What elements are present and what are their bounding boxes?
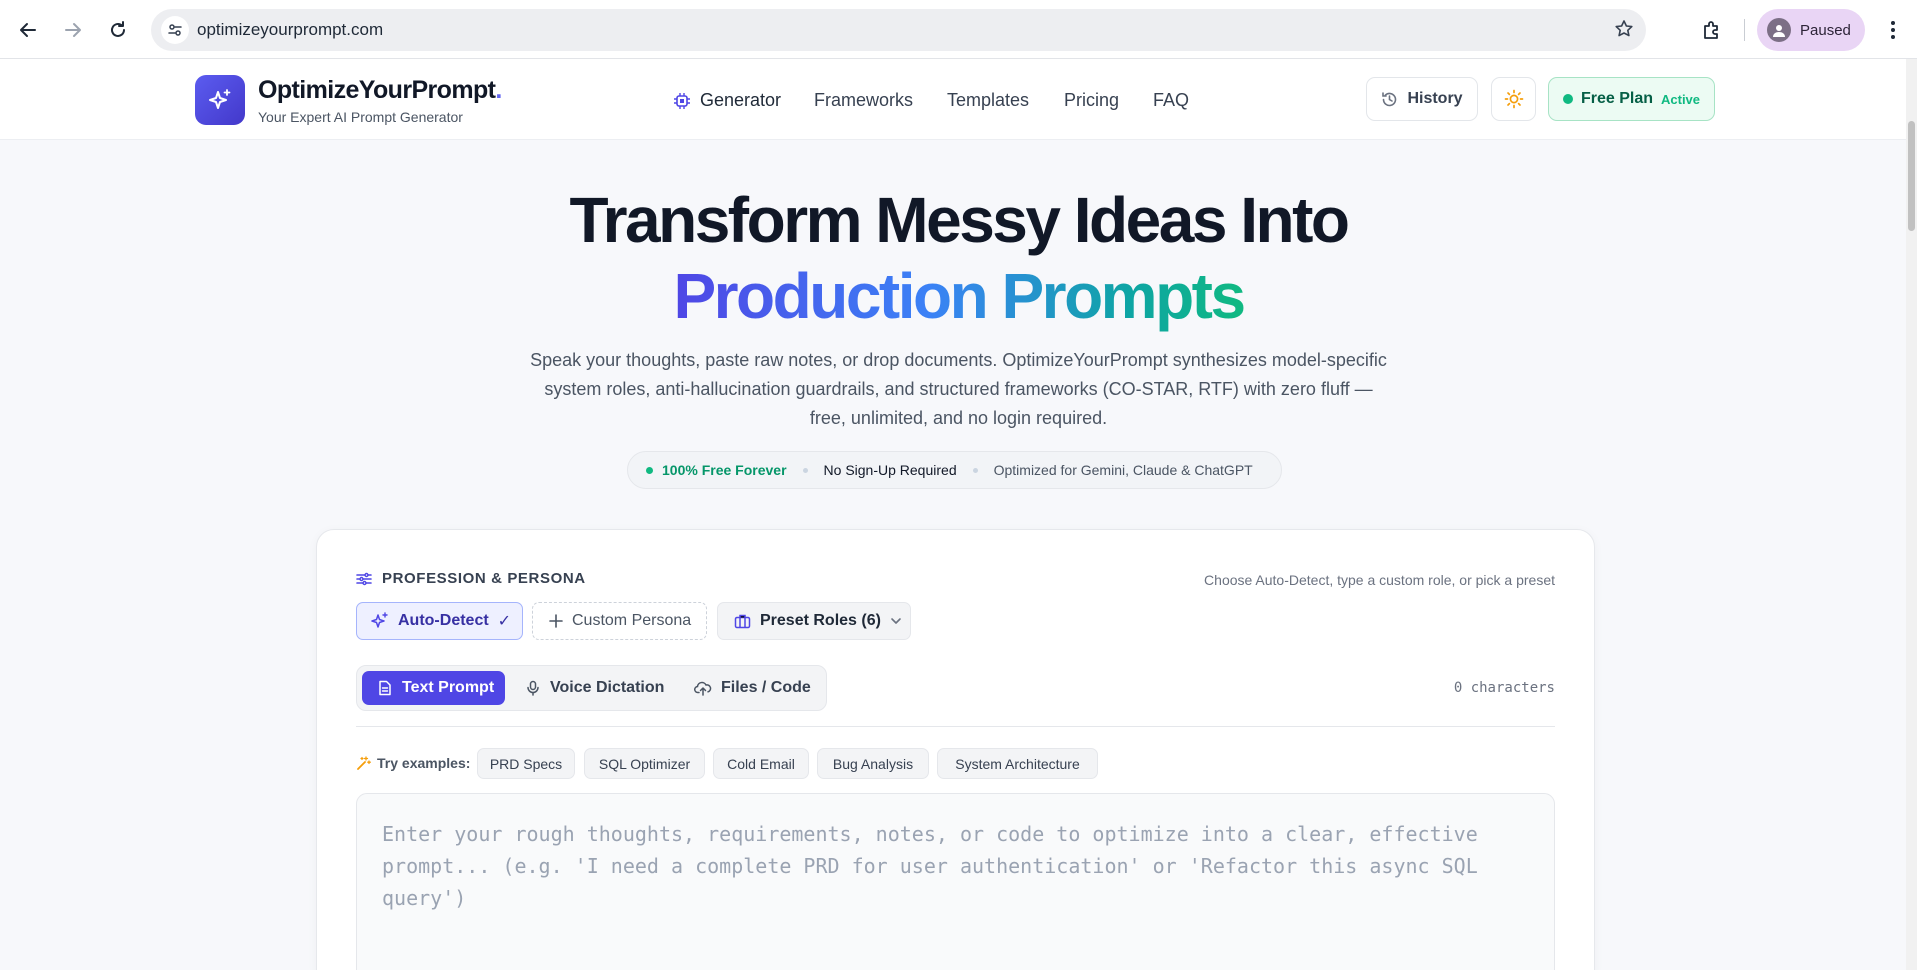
sun-icon: [1504, 89, 1523, 109]
avatar: [1767, 18, 1791, 42]
persona-hint: Choose Auto-Detect, type a custom role, …: [1204, 572, 1555, 588]
plan-badge[interactable]: Free Plan Active: [1548, 77, 1715, 121]
back-icon[interactable]: [10, 12, 46, 48]
profile-status: Paused: [1800, 21, 1851, 39]
badge-optimized: Optimized for Gemini, Claude & ChatGPT: [993, 462, 1253, 478]
badge-free: 100% Free Forever: [662, 462, 787, 478]
extensions-icon[interactable]: [1694, 12, 1730, 48]
bookmark-star-icon[interactable]: [1614, 19, 1634, 44]
badge-separator: [972, 467, 978, 473]
nav-templates[interactable]: Templates: [947, 90, 1029, 111]
badge-separator: [802, 467, 808, 473]
free-status-dot: [646, 466, 653, 474]
preset-roles-label: Preset Roles (6): [760, 612, 881, 629]
history-label: History: [1407, 90, 1463, 107]
brand-tagline: Your Expert AI Prompt Generator: [258, 109, 463, 125]
examples-label-text: Try examples:: [377, 755, 471, 771]
persona-section-title: PROFESSION & PERSONA: [356, 570, 586, 587]
cloud-upload-icon: [694, 681, 712, 696]
tab-text-prompt[interactable]: Text Prompt: [362, 671, 505, 705]
example-chip-cold-email[interactable]: Cold Email: [713, 748, 809, 779]
preset-roles-dropdown[interactable]: Preset Roles (6): [717, 602, 911, 640]
hero-gradient-text: Production Prompts: [673, 260, 1246, 332]
prompt-input-container: [356, 793, 1555, 970]
sparkle-icon: [371, 612, 388, 628]
badge-no-signup: No Sign-Up Required: [823, 462, 957, 478]
document-icon: [379, 680, 391, 696]
check-icon: ✓: [497, 613, 512, 630]
chip-icon: [674, 92, 690, 109]
address-bar[interactable]: optimizeyourprompt.com: [151, 9, 1646, 51]
page-scrollbar[interactable]: [1906, 59, 1917, 970]
sliders-icon: [356, 572, 372, 585]
tab-files-code-label: Files / Code: [721, 679, 811, 696]
scrollbar-thumb[interactable]: [1908, 121, 1915, 231]
url-text[interactable]: optimizeyourprompt.com: [197, 20, 383, 40]
nav-generator[interactable]: Generator: [673, 90, 781, 111]
plan-label: Free Plan: [1580, 90, 1653, 107]
tab-voice-dictation-label: Voice Dictation: [550, 679, 665, 696]
nav-faq[interactable]: FAQ: [1153, 90, 1189, 111]
plan-status-dot: [1562, 94, 1573, 104]
tab-files-code[interactable]: Files / Code: [694, 671, 811, 705]
tab-voice-dictation[interactable]: Voice Dictation: [525, 671, 664, 705]
prompt-textarea[interactable]: [382, 818, 1522, 968]
character-count: 0 characters: [1453, 680, 1555, 696]
browser-menu-icon[interactable]: [1878, 12, 1908, 48]
input-mode-tabs: Text Prompt Voice Dictation Files / Code: [356, 665, 827, 711]
theme-toggle-button[interactable]: [1491, 77, 1536, 121]
hero-title-line2: Production Prompts: [0, 258, 1917, 334]
example-chip-system-architecture[interactable]: System Architecture: [937, 748, 1098, 779]
logo-sparkle-icon[interactable]: [195, 75, 245, 125]
history-icon: [1382, 91, 1397, 106]
nav-pricing[interactable]: Pricing: [1064, 90, 1119, 111]
hero-description: Speak your thoughts, paste raw notes, or…: [530, 350, 1387, 428]
section-divider: [356, 726, 1555, 727]
chevron-down-icon: [891, 618, 901, 624]
nav-frameworks[interactable]: Frameworks: [814, 90, 913, 111]
forward-icon[interactable]: [55, 12, 91, 48]
reload-icon[interactable]: [100, 12, 136, 48]
examples-label: Try examples:: [356, 755, 470, 771]
example-chip-bug-analysis[interactable]: Bug Analysis: [817, 748, 929, 779]
site-header: OptimizeYourPrompt. Your Expert AI Promp…: [0, 59, 1917, 140]
briefcase-icon: [734, 614, 751, 628]
tab-text-prompt-label: Text Prompt: [402, 679, 495, 696]
magic-wand-icon: [357, 755, 371, 770]
browser-toolbar: optimizeyourprompt.com Paused: [0, 0, 1917, 59]
custom-persona-label: Custom Persona: [572, 612, 692, 629]
brand-name[interactable]: OptimizeYourPrompt.: [258, 76, 502, 105]
auto-detect-label: Auto-Detect: [398, 612, 489, 629]
plus-icon: [549, 614, 563, 628]
microphone-icon: [527, 680, 539, 696]
toolbar-divider: [1744, 19, 1745, 41]
custom-persona-button[interactable]: Custom Persona: [532, 602, 707, 640]
brand-dot: .: [495, 76, 502, 104]
feature-badges: 100% Free Forever No Sign-Up Required Op…: [627, 451, 1282, 489]
hero-title-line1: Transform Messy Ideas Into: [569, 184, 1350, 256]
example-chip-prd-specs[interactable]: PRD Specs: [477, 748, 575, 779]
profile-button[interactable]: Paused: [1757, 9, 1865, 51]
plan-status: Active: [1661, 91, 1701, 107]
example-chip-sql-optimizer[interactable]: SQL Optimizer: [584, 748, 705, 779]
site-info-icon[interactable]: [161, 16, 189, 44]
nav-generator-label: Generator: [700, 90, 782, 110]
auto-detect-button[interactable]: Auto-Detect ✓: [356, 602, 523, 640]
brand-text: OptimizeYourPrompt: [258, 76, 496, 104]
history-button[interactable]: History: [1366, 77, 1478, 121]
persona-title-text: PROFESSION & PERSONA: [382, 570, 586, 587]
